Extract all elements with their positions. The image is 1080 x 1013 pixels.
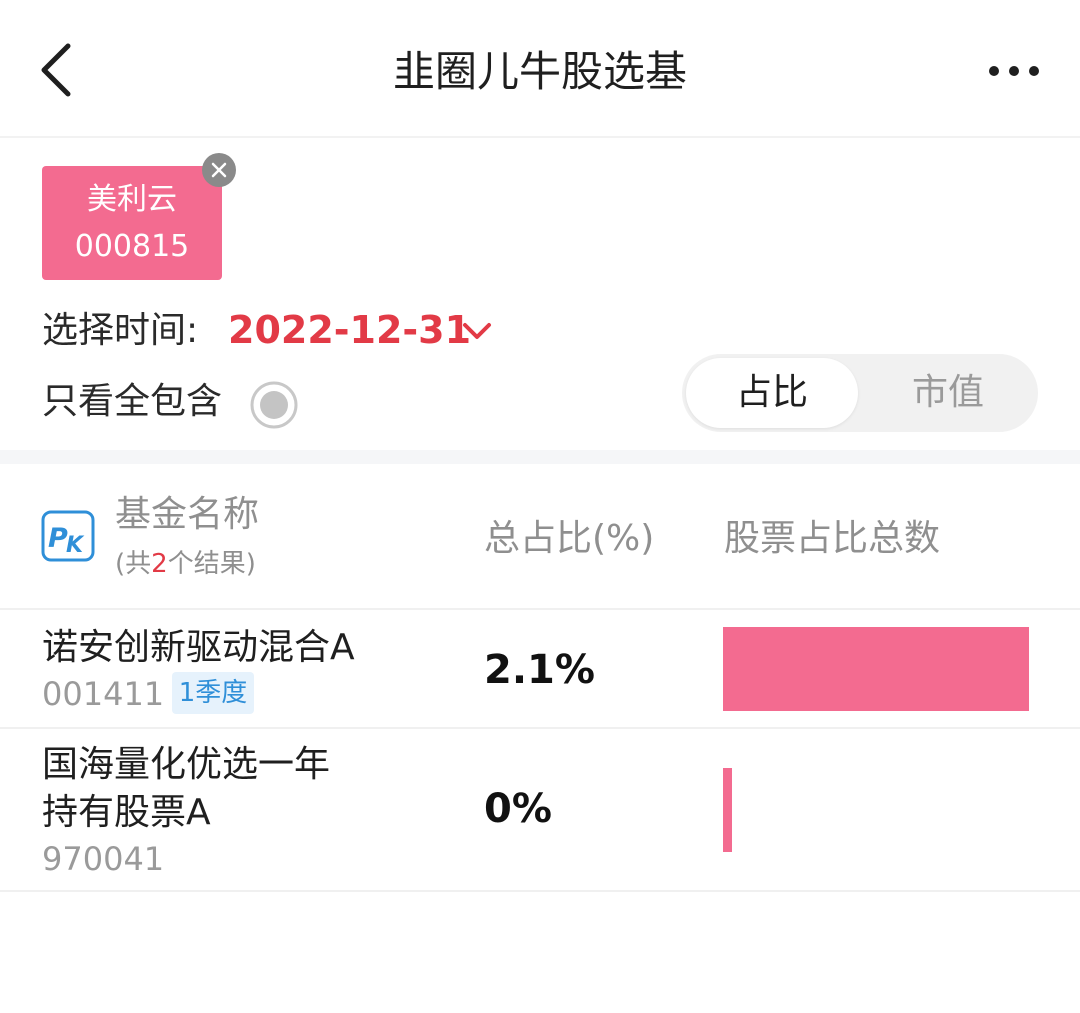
table-row[interactable]: 国海量化优选一年 持有股票A 970041 0% <box>0 729 1080 889</box>
chevron-down-icon <box>463 323 491 339</box>
toggle-ratio[interactable]: 占比 <box>686 358 858 428</box>
fund-name-line1: 国海量化优选一年 <box>42 744 331 785</box>
full-contain-label: 只看全包含 <box>42 381 223 422</box>
header-divider <box>0 136 1080 138</box>
result-count: (共2个结果) <box>115 548 256 580</box>
toggle-market-value[interactable]: 市值 <box>860 358 1036 428</box>
page-title: 韭圈儿牛股选基 <box>392 47 687 96</box>
stock-name: 美利云 <box>87 182 177 217</box>
radio-icon <box>250 381 298 429</box>
section-divider <box>0 450 1080 464</box>
result-count-suffix: 个结果) <box>167 549 256 579</box>
fund-name-line2: 持有股票A <box>42 792 211 833</box>
pk-compare-button[interactable]: P K <box>41 510 95 562</box>
more-dots-icon <box>989 66 1039 76</box>
pk-icon: P K <box>41 510 95 562</box>
svg-text:P: P <box>48 523 68 554</box>
stock-count-bar <box>723 768 732 852</box>
more-button[interactable] <box>982 55 1046 87</box>
close-icon <box>211 162 227 178</box>
result-count-number: 2 <box>151 549 168 579</box>
fund-total-pct: 2.1% <box>484 647 595 693</box>
fund-code: 970041 <box>42 840 165 878</box>
result-count-prefix: (共 <box>115 549 152 579</box>
svg-text:K: K <box>66 533 85 558</box>
date-dropdown-toggle[interactable] <box>460 316 494 346</box>
date-label: 选择时间: <box>42 310 199 351</box>
column-header-total-pct[interactable]: 总占比(%) <box>484 517 654 561</box>
fund-name: 诺安创新驱动混合A <box>42 627 355 668</box>
row-divider <box>0 890 1080 892</box>
full-contain-radio[interactable] <box>249 380 299 430</box>
stock-count-bar <box>723 627 1029 711</box>
remove-stock-button[interactable] <box>202 153 236 187</box>
fund-code: 001411 <box>42 675 165 713</box>
quarter-badge: 1季度 <box>172 672 254 714</box>
column-header-stock-count[interactable]: 股票占比总数 <box>724 517 940 561</box>
stock-chip[interactable]: 美利云 000815 <box>42 166 222 280</box>
fund-total-pct: 0% <box>484 786 552 832</box>
date-selector[interactable]: 2022-12-31 <box>228 307 471 353</box>
column-header-name: 基金名称 <box>115 494 260 535</box>
stock-code: 000815 <box>74 229 190 264</box>
